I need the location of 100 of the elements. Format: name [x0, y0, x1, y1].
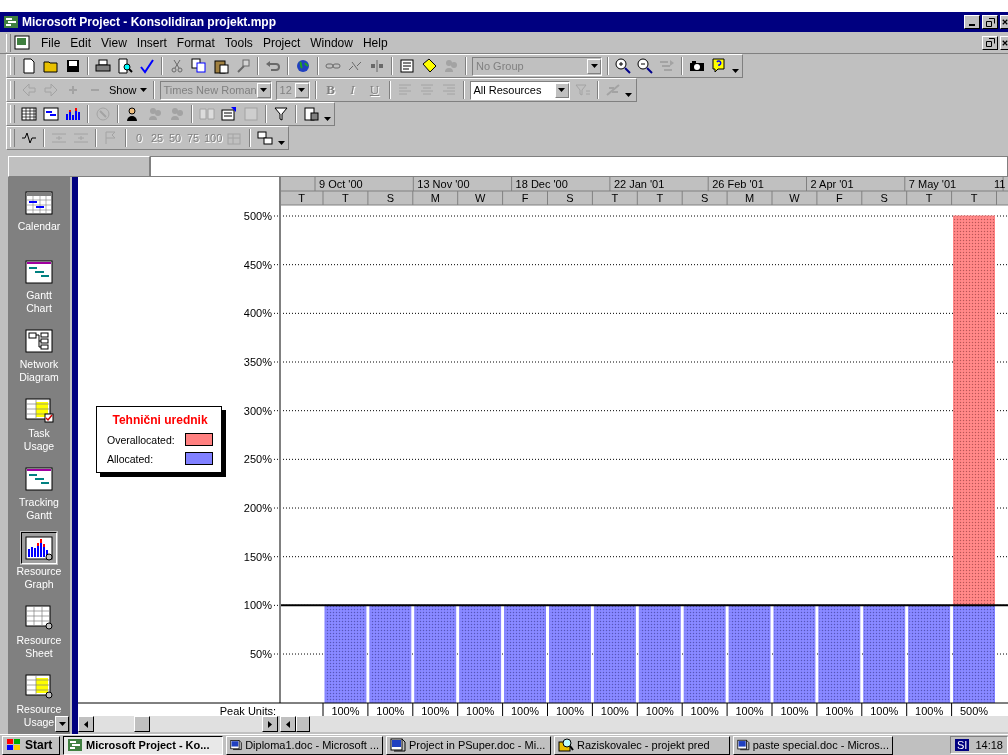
view-button[interactable]: [21, 532, 57, 564]
peak-units-value: 100%: [870, 705, 899, 716]
menu-item[interactable]: Project: [257, 35, 306, 50]
view-label[interactable]: Network Diagram: [19, 358, 59, 384]
timescale-label: W: [789, 192, 800, 204]
right-arrow-icon: [43, 82, 59, 98]
menu-item[interactable]: Help: [357, 35, 393, 50]
taskbar-button[interactable]: Project in PSuper.doc - Mi...: [386, 735, 551, 755]
taskbar-button[interactable]: Microsoft Project - Ko...: [63, 735, 223, 755]
disc-icon: [95, 106, 111, 122]
peak-units-value: 500%: [960, 705, 989, 716]
language-indicator[interactable]: SI: [955, 739, 970, 751]
caret-icon: [590, 64, 598, 68]
minimize-button[interactable]: [964, 15, 980, 29]
left-arrow-icon: [21, 82, 37, 98]
axis-label: 50%: [249, 648, 272, 661]
close-icon: [1002, 18, 1008, 26]
network-diagram-icon: [24, 328, 54, 354]
pulse-icon: [21, 130, 37, 146]
caret-icon: [298, 88, 306, 92]
scroll-left-button[interactable]: [280, 716, 296, 732]
task-usage-icon: [24, 397, 54, 423]
menu-item[interactable]: Edit: [65, 35, 97, 50]
peak-units-value: 100%: [735, 705, 764, 716]
timescale-label: T: [611, 192, 619, 204]
undo-icon: [265, 58, 281, 74]
timescale-label: S: [386, 192, 394, 204]
restore-button[interactable]: [982, 35, 998, 50]
people-icon: [169, 106, 185, 122]
document-icon: [14, 34, 32, 51]
peak-units-value: 100%: [780, 705, 809, 716]
menu-item[interactable]: Tools: [219, 35, 258, 50]
left-arrow-icon: [84, 720, 88, 728]
restore-button[interactable]: [982, 15, 998, 29]
camera-icon: [689, 58, 705, 74]
menu-item[interactable]: Insert: [131, 35, 172, 50]
caret-icon: [558, 88, 566, 92]
peak-units-value: 100%: [555, 705, 584, 716]
scrollbar-thumb[interactable]: [134, 716, 150, 732]
peak-units-value: 100%: [915, 705, 944, 716]
dropdown-field[interactable]: All Resources: [469, 80, 570, 100]
scroll-right-button[interactable]: [262, 716, 278, 732]
menu-item[interactable]: Format: [171, 35, 220, 50]
axis-label: 200%: [243, 502, 272, 514]
bars-arrow-icon: [659, 58, 675, 74]
view-label[interactable]: Resource Graph: [16, 565, 62, 591]
timescale-label: 26 Feb '01: [712, 178, 764, 190]
copy-icon: [191, 58, 207, 74]
start-button[interactable]: Start: [2, 735, 60, 755]
clock: 14:18: [975, 739, 1003, 751]
peak-units-value: 100%: [466, 705, 495, 716]
timescale-label: 7 May '01: [908, 178, 957, 190]
view-label[interactable]: Task Usage: [23, 427, 55, 453]
document-icon: [737, 737, 750, 753]
scroll-down-button[interactable]: [55, 716, 69, 732]
globe-icon: [295, 58, 311, 74]
taskbar-button[interactable]: Diploma1.doc - Microsoft ...: [226, 735, 383, 755]
close-button[interactable]: [1000, 35, 1008, 50]
close-icon: [1002, 38, 1008, 47]
timescale-label: 18 Dec '00: [515, 178, 568, 190]
menu-item[interactable]: View: [96, 35, 132, 50]
timescale-label: T: [656, 192, 664, 204]
axis-label: 350%: [243, 356, 272, 368]
view-label[interactable]: Resource Usage: [16, 703, 62, 729]
view-label[interactable]: Resource Sheet: [16, 634, 62, 660]
app-icon: [67, 737, 83, 753]
taskbar-button[interactable]: paste special.doc - Micros...: [733, 735, 893, 755]
help-icon: [711, 58, 727, 74]
zoom-in-icon: [615, 58, 631, 74]
scrollbar-thumb[interactable]: [296, 716, 310, 732]
document-icon: [21, 58, 37, 74]
close-button[interactable]: [1000, 15, 1008, 29]
view-label[interactable]: Calendar: [17, 220, 61, 233]
left-arrow-icon: [286, 720, 290, 728]
people-icon: [147, 106, 163, 122]
view-label[interactable]: Tracking Gantt: [19, 496, 59, 522]
form-icon: [221, 106, 237, 122]
document-icon: [303, 106, 319, 122]
timescale-label: 13 Nov '00: [417, 178, 470, 190]
timescale-label: M: [430, 192, 440, 204]
timescale-label: T: [342, 192, 349, 204]
menu-item[interactable]: File: [36, 35, 66, 50]
taskbar-button[interactable]: Raziskovalec - projekt pred: [554, 735, 730, 755]
view-label[interactable]: Gantt Chart: [26, 289, 52, 315]
scroll-left-button[interactable]: [78, 716, 94, 732]
gantt-chart-icon: [24, 466, 54, 492]
legend-label: Allocated:: [107, 452, 154, 465]
folder-icon: [43, 58, 59, 74]
timescale-label: T: [970, 192, 978, 204]
timescale-label: T: [925, 192, 933, 204]
timescale-label: 11: [994, 178, 1006, 190]
document-icon: [390, 737, 406, 753]
timescale-label: F: [521, 192, 529, 204]
menu-item[interactable]: Window: [305, 35, 358, 50]
down-arrow-icon: [58, 722, 66, 726]
scissors-icon: [169, 58, 185, 74]
axis-label: 400%: [243, 307, 272, 320]
entry-field[interactable]: [150, 156, 1008, 177]
caret-icon: [731, 68, 739, 73]
show-menu-button[interactable]: Show: [106, 79, 150, 101]
